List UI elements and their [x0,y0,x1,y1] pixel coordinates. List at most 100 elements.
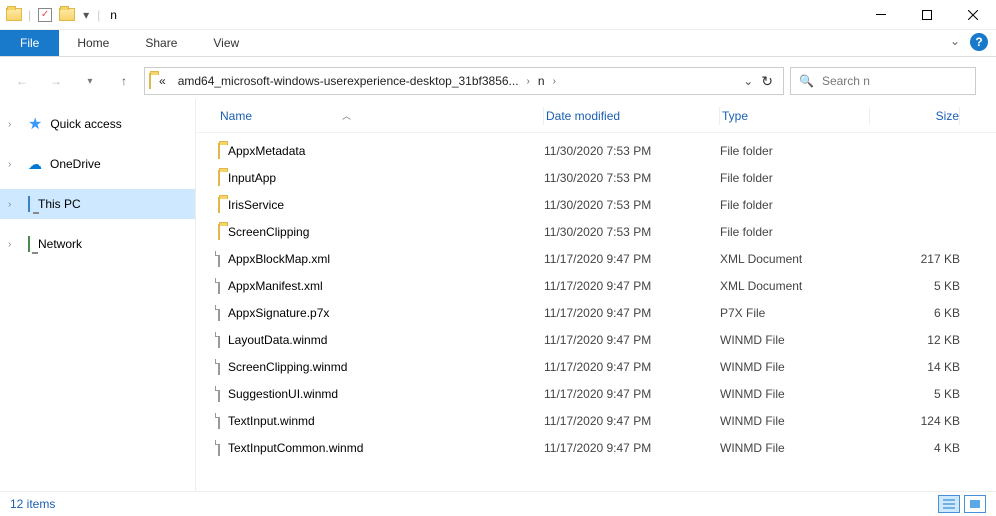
file-type: File folder [720,144,870,158]
breadcrumb-segment[interactable]: amd64_microsoft-windows-userexperience-d… [174,74,523,88]
tab-share[interactable]: Share [127,30,195,56]
breadcrumb-overflow[interactable]: « [155,74,170,88]
address-dropdown-icon[interactable]: ⌄ [743,74,753,88]
file-row[interactable]: AppxMetadata11/30/2020 7:53 PMFile folde… [196,137,996,164]
minimize-button[interactable] [858,0,904,30]
file-menu[interactable]: File [0,30,59,56]
file-name: IrisService [228,198,284,212]
file-name: InputApp [228,171,276,185]
column-header-type[interactable]: Type [720,107,870,125]
search-input[interactable]: 🔍 Search n [790,67,976,95]
column-header-name[interactable]: Name ︿ [218,107,544,125]
file-icon [218,306,220,320]
column-header-date[interactable]: Date modified [544,107,720,125]
file-row[interactable]: TextInputCommon.winmd11/17/2020 9:47 PMW… [196,434,996,461]
recent-dropdown-icon[interactable]: ▾ [76,67,104,95]
file-type: File folder [720,225,870,239]
address-bar[interactable]: « amd64_microsoft-windows-userexperience… [144,67,784,95]
sidebar-item-label: OneDrive [50,157,101,171]
thumbnails-view-button[interactable] [964,495,986,513]
refresh-icon[interactable]: ↻ [761,73,773,90]
folder-icon [218,198,220,212]
file-date: 11/17/2020 9:47 PM [544,441,720,455]
column-header-size[interactable]: Size [870,107,960,125]
chevron-right-icon[interactable]: › [8,239,20,250]
file-date: 11/17/2020 9:47 PM [544,306,720,320]
file-row[interactable]: InputApp 11/30/2020 7:53 PMFile folder [196,164,996,191]
navigation-pane: › ★ Quick access › ☁ OneDrive › This PC … [0,99,196,491]
file-type: XML Document [720,279,870,293]
sidebar-item-network[interactable]: › Network [0,229,195,259]
navigation-bar: ← → ▾ ↑ « amd64_microsoft-windows-userex… [0,63,996,99]
folder-icon [218,144,220,158]
forward-button[interactable]: → [42,67,70,95]
file-name: AppxMetadata [228,144,305,158]
file-date: 11/17/2020 9:47 PM [544,387,720,401]
search-placeholder: Search n [822,74,870,88]
file-row[interactable]: ScreenClipping 11/30/2020 7:53 PMFile fol… [196,218,996,245]
file-row[interactable]: SuggestionUI.winmd 11/17/2020 9:47 PMWINM… [196,380,996,407]
file-list: Name ︿ Date modified Type Size AppxMetad… [196,99,996,491]
chevron-right-icon[interactable]: › [527,76,530,87]
ribbon-collapse-icon[interactable]: ⌄ [950,34,960,48]
file-size: 14 KB [870,360,960,374]
details-view-button[interactable] [938,495,960,513]
breadcrumb-segment[interactable]: n [534,74,549,88]
star-icon: ★ [28,114,42,134]
folder-icon [149,74,151,88]
file-icon [218,387,220,401]
file-name: ScreenClipping [228,225,309,239]
file-type: WINMD File [720,387,870,401]
back-button[interactable]: ← [8,67,36,95]
file-row[interactable]: AppxSignature.p7x11/17/2020 9:47 PMP7X F… [196,299,996,326]
sidebar-item-onedrive[interactable]: › ☁ OneDrive [0,149,195,179]
sidebar-item-this-pc[interactable]: › This PC [0,189,195,219]
file-row[interactable]: AppxBlockMap.xml11/17/2020 9:47 PMXML Do… [196,245,996,272]
up-button[interactable]: ↑ [110,67,138,95]
sort-ascending-icon: ︿ [342,107,351,125]
file-name: AppxManifest.xml [228,279,323,293]
file-row[interactable]: AppxManifest.xml11/17/2020 9:47 PMXML Do… [196,272,996,299]
help-icon[interactable]: ? [970,33,988,51]
file-date: 11/30/2020 7:53 PM [544,198,720,212]
sidebar-item-quick-access[interactable]: › ★ Quick access [0,109,195,139]
file-icon [218,252,220,266]
file-row[interactable]: LayoutData.winmd11/17/2020 9:47 PMWINMD … [196,326,996,353]
file-name: TextInputCommon.winmd [228,441,363,455]
file-icon [218,414,220,428]
file-row[interactable]: ScreenClipping.winmd11/17/2020 9:47 PMWI… [196,353,996,380]
file-row[interactable]: IrisService 11/30/2020 7:53 PMFile folder [196,191,996,218]
folder-icon [218,171,220,185]
window-title: n [106,8,117,22]
file-icon [218,360,220,374]
maximize-button[interactable] [904,0,950,30]
file-icon [218,333,220,347]
close-button[interactable] [950,0,996,30]
file-name: SuggestionUI.winmd [228,387,338,401]
sidebar-item-label: Network [38,237,82,251]
folder-icon [6,7,22,23]
qat-properties-icon[interactable]: ✓ [37,7,53,23]
chevron-right-icon[interactable]: › [8,199,20,210]
column-headers: Name ︿ Date modified Type Size [196,99,996,133]
file-date: 11/17/2020 9:47 PM [544,252,720,266]
file-size: 5 KB [870,279,960,293]
file-name: LayoutData.winmd [228,333,327,347]
chevron-right-icon[interactable]: › [553,76,556,87]
file-size: 217 KB [870,252,960,266]
file-row[interactable]: TextInput.winmd11/17/2020 9:47 PMWINMD F… [196,407,996,434]
tab-view[interactable]: View [195,30,257,56]
sidebar-item-label: This PC [38,197,81,211]
file-icon [218,441,220,455]
file-type: File folder [720,171,870,185]
qat-dropdown-icon[interactable]: ▾ [81,8,91,22]
tab-home[interactable]: Home [59,30,127,56]
file-date: 11/17/2020 9:47 PM [544,360,720,374]
file-date: 11/30/2020 7:53 PM [544,225,720,239]
folder-icon[interactable] [59,7,75,23]
file-date: 11/30/2020 7:53 PM [544,171,720,185]
file-name: TextInput.winmd [228,414,315,428]
file-type: File folder [720,198,870,212]
chevron-right-icon[interactable]: › [8,119,20,130]
chevron-right-icon[interactable]: › [8,159,20,170]
